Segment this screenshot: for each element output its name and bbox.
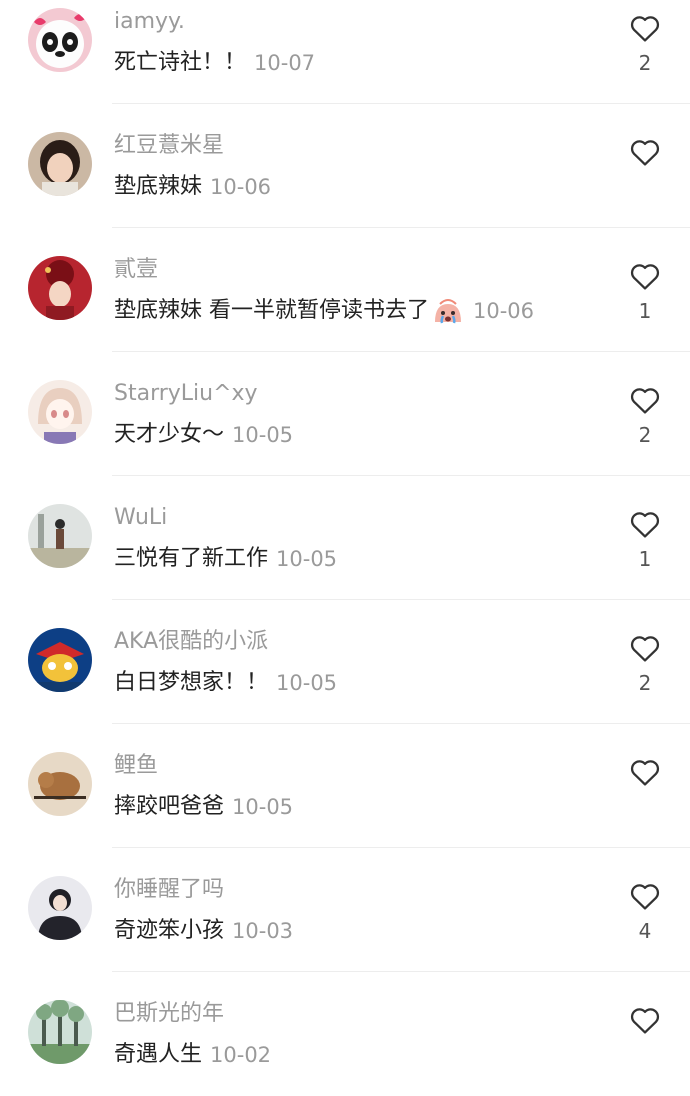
comment-item[interactable]: 巴斯光的年奇遇人生 10-02 (0, 972, 690, 1096)
user-avatar[interactable] (28, 628, 92, 692)
like-count: 4 (638, 919, 652, 943)
user-avatar[interactable] (28, 752, 92, 816)
comment-text: 死亡诗社！！ (114, 50, 247, 75)
comment-username[interactable]: AKA很酷的小派 (114, 628, 268, 656)
comment-text: 白日梦想家！！ (114, 670, 269, 695)
user-avatar[interactable] (28, 132, 92, 196)
comment-text: 垫底辣妹 看一半就暂停读书去了 (114, 298, 429, 323)
comment-date: 10-06 (473, 299, 535, 323)
heart-outline-icon[interactable] (626, 878, 664, 914)
comment-date: 10-06 (210, 175, 272, 199)
comment-item[interactable]: WuLi 三悦有了新工作 10-05 1 (0, 476, 690, 600)
crying-face-emoji (431, 296, 465, 326)
comment-username[interactable]: 巴斯光的年 (114, 1000, 224, 1028)
user-avatar[interactable] (28, 380, 92, 444)
heart-outline-icon[interactable] (626, 10, 664, 46)
comment-date: 10-07 (254, 51, 316, 75)
like-count: 2 (638, 671, 652, 695)
heart-outline-icon[interactable] (626, 134, 664, 170)
user-avatar[interactable] (28, 876, 92, 940)
comment-item[interactable]: 你睡醒了吗奇迹笨小孩 10-03 4 (0, 848, 690, 972)
like-count: 2 (638, 51, 652, 75)
like-count: 1 (638, 547, 652, 571)
comment-item[interactable]: iamyy. 死亡诗社！！ 10-07 2 (0, 0, 690, 104)
comment-body[interactable]: 死亡诗社！！ 10-07 (114, 48, 315, 78)
comment-date: 10-02 (210, 1043, 272, 1067)
comment-list: iamyy. 死亡诗社！！ 10-07 2 红豆薏米星 垫底辣妹 10-06 貳壹 垫底辣妹 看… (0, 0, 690, 1091)
comment-item[interactable]: StarryLiu^xy 天才少女～ 10-05 2 (0, 352, 690, 476)
comment-body[interactable]: 垫底辣妹 10-06 (114, 172, 271, 202)
comment-text: 三悦有了新工作 (114, 546, 269, 571)
comment-text: 天才少女～ (114, 422, 225, 447)
comment-username[interactable]: 貳壹 (114, 256, 158, 284)
heart-outline-icon[interactable] (626, 630, 664, 666)
comment-username[interactable]: 你睡醒了吗 (114, 876, 224, 904)
heart-outline-icon[interactable] (626, 258, 664, 294)
comment-date: 10-03 (232, 919, 294, 943)
heart-outline-icon[interactable] (626, 1002, 664, 1038)
comment-text: 奇遇人生 (114, 1042, 203, 1067)
comment-text: 摔跤吧爸爸 (114, 794, 225, 819)
user-avatar[interactable] (28, 8, 92, 72)
comment-username[interactable]: StarryLiu^xy (114, 380, 258, 408)
comment-item[interactable]: 红豆薏米星垫底辣妹 10-06 (0, 104, 690, 228)
user-avatar[interactable] (28, 504, 92, 568)
comment-text: 垫底辣妹 (114, 174, 203, 199)
comment-username[interactable]: WuLi (114, 504, 167, 532)
heart-outline-icon[interactable] (626, 506, 664, 542)
comment-body[interactable]: 白日梦想家！！ 10-05 (114, 668, 337, 698)
comment-body[interactable]: 垫底辣妹 看一半就暂停读书去了 10-06 (114, 296, 534, 326)
comment-body[interactable]: 奇遇人生 10-02 (114, 1040, 271, 1070)
heart-outline-icon[interactable] (626, 754, 664, 790)
comment-date: 10-05 (232, 795, 294, 819)
heart-outline-icon[interactable] (626, 382, 664, 418)
comment-body[interactable]: 天才少女～ 10-05 (114, 420, 293, 450)
user-avatar[interactable] (28, 256, 92, 320)
comment-item[interactable]: 鲤鱼摔跤吧爸爸 10-05 (0, 724, 690, 848)
comment-item[interactable]: AKA很酷的小派 白日梦想家！！ 10-05 2 (0, 600, 690, 724)
comment-item[interactable]: 貳壹垫底辣妹 看一半就暂停读书去了 10-06 1 (0, 228, 690, 352)
comment-body[interactable]: 摔跤吧爸爸 10-05 (114, 792, 293, 822)
comment-username[interactable]: 红豆薏米星 (114, 132, 224, 160)
comment-username[interactable]: iamyy. (114, 8, 185, 36)
comment-username[interactable]: 鲤鱼 (114, 752, 158, 780)
comment-date: 10-05 (232, 423, 294, 447)
user-avatar[interactable] (28, 1000, 92, 1064)
like-count: 1 (638, 299, 652, 323)
comment-body[interactable]: 奇迹笨小孩 10-03 (114, 916, 293, 946)
comment-text: 奇迹笨小孩 (114, 918, 225, 943)
like-count: 2 (638, 423, 652, 447)
comment-date: 10-05 (276, 671, 338, 695)
comment-date: 10-05 (276, 547, 338, 571)
comment-body[interactable]: 三悦有了新工作 10-05 (114, 544, 337, 574)
